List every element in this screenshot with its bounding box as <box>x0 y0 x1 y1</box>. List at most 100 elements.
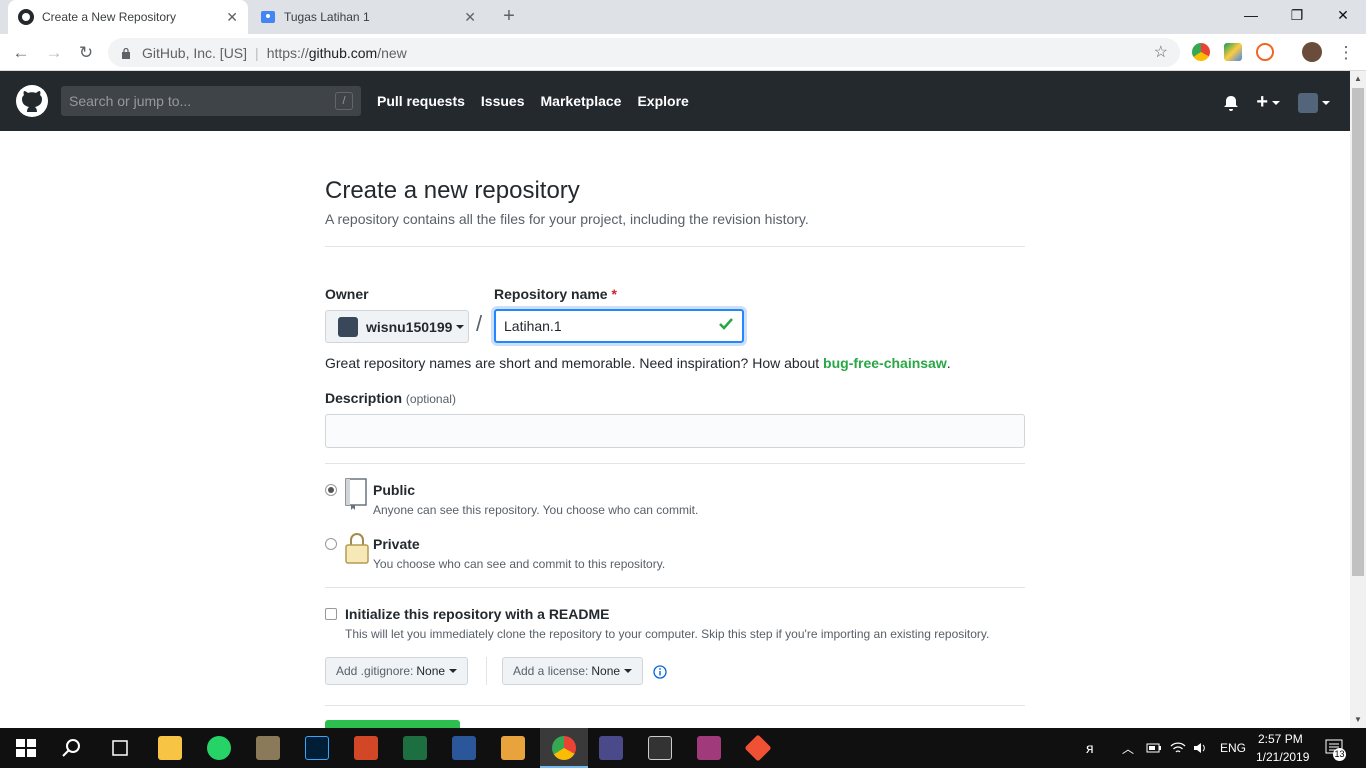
private-radio[interactable] <box>325 538 337 550</box>
word-icon[interactable] <box>452 736 476 760</box>
sublime-icon[interactable] <box>256 736 280 760</box>
forward-arrow-icon[interactable]: → <box>43 42 65 64</box>
photoshop-icon[interactable] <box>305 736 329 760</box>
back-arrow-icon[interactable]: ← <box>10 42 32 64</box>
repo-book-icon <box>345 478 367 510</box>
scroll-down-arrow-icon[interactable]: ▼ <box>1350 712 1366 728</box>
app-icon[interactable] <box>501 736 525 760</box>
tab-tugas-latihan[interactable]: Tugas Latihan 1 ✕ <box>250 0 486 34</box>
readme-description: This will let you immediately clone the … <box>345 627 990 641</box>
repository-name-input[interactable]: Latihan.1 <box>494 309 744 343</box>
private-title[interactable]: Private <box>373 536 420 552</box>
license-select-button[interactable]: Add a license: None <box>502 657 644 685</box>
scrollbar-thumb[interactable] <box>1352 88 1364 576</box>
task-view-icon[interactable] <box>108 736 132 760</box>
new-tab-button[interactable]: + <box>498 5 520 27</box>
page-subtitle: A repository contains all the files for … <box>325 211 809 227</box>
owner-label: Owner <box>325 286 369 302</box>
nav-pull-requests[interactable]: Pull requests <box>377 93 465 109</box>
google-drive-icon[interactable] <box>1224 43 1242 61</box>
volume-icon[interactable] <box>1192 740 1208 756</box>
page-title: Create a new repository <box>325 177 580 204</box>
address-bar[interactable]: GitHub, Inc. [US] | https://github.com/n… <box>108 38 1180 67</box>
git-icon[interactable] <box>744 734 772 762</box>
reload-icon[interactable]: ↻ <box>75 42 97 64</box>
nav-explore[interactable]: Explore <box>637 93 688 109</box>
browser-tab-strip: Create a New Repository ✕ Tugas Latihan … <box>0 0 1366 34</box>
github-search-input[interactable]: Search or jump to... / <box>61 86 361 116</box>
owner-avatar <box>338 316 358 337</box>
extension-b-icon[interactable] <box>1256 43 1274 61</box>
description-input[interactable] <box>325 414 1025 448</box>
browser-toolbar: ← → ↻ GitHub, Inc. [US] | https://github… <box>0 34 1366 71</box>
repository-name-hint: Great repository names are short and mem… <box>325 355 951 371</box>
new-repository-form: Create a new repository A repository con… <box>325 131 1025 728</box>
minimize-button[interactable]: — <box>1228 0 1274 30</box>
scroll-up-arrow-icon[interactable]: ▲ <box>1350 71 1366 87</box>
battery-icon[interactable] <box>1146 740 1162 756</box>
github-header: Search or jump to... / Pull requests Iss… <box>0 71 1350 131</box>
github-logo-icon[interactable] <box>16 85 48 117</box>
bookmark-star-icon[interactable]: ☆ <box>1154 42 1168 62</box>
input-language[interactable]: ENG <box>1220 741 1246 755</box>
close-tab-icon[interactable]: ✕ <box>226 9 238 26</box>
chevron-down-icon <box>624 669 633 673</box>
whatsapp-icon[interactable] <box>207 736 231 760</box>
readme-title[interactable]: Initialize this repository with a README <box>345 606 609 622</box>
chevron-down-icon <box>449 669 458 673</box>
omnibox-separator: | <box>255 44 259 61</box>
url-text: https://github.com/new <box>266 44 407 61</box>
lock-icon <box>122 47 130 59</box>
private-description: You choose who can see and commit to thi… <box>373 557 666 571</box>
restore-button[interactable]: ❐ <box>1274 0 1320 30</box>
create-repository-button[interactable] <box>325 720 460 728</box>
bell-icon[interactable] <box>1224 95 1239 111</box>
user-avatar[interactable] <box>1298 92 1318 113</box>
extension-chrome-icon[interactable] <box>1192 43 1210 61</box>
info-icon[interactable] <box>653 665 667 679</box>
tab-title: Tugas Latihan 1 <box>284 10 370 24</box>
divider <box>325 463 1025 464</box>
browser-menu-icon[interactable]: ⋮ <box>1335 42 1357 64</box>
public-radio[interactable] <box>325 484 337 496</box>
nav-marketplace[interactable]: Marketplace <box>541 93 622 109</box>
chevron-up-icon[interactable]: ︿ <box>1122 740 1134 757</box>
wifi-icon[interactable] <box>1170 740 1186 756</box>
profile-avatar[interactable] <box>1302 42 1322 62</box>
notification-count-badge: 13 <box>1333 748 1346 761</box>
owner-select-button[interactable]: wisnu150199 <box>325 310 469 343</box>
plus-icon[interactable]: + <box>1256 91 1268 114</box>
clock-time[interactable]: 2:57 PM <box>1258 732 1303 746</box>
excel-icon[interactable] <box>403 736 427 760</box>
chevron-down-icon <box>456 324 465 329</box>
chrome-icon <box>552 736 576 760</box>
close-window-button[interactable]: ✕ <box>1320 0 1366 30</box>
dropdown-separator <box>486 657 487 685</box>
public-description: Anyone can see this repository. You choo… <box>373 503 699 517</box>
powerpoint-icon[interactable] <box>354 736 378 760</box>
divider <box>325 587 1025 588</box>
chevron-down-icon[interactable] <box>1272 100 1280 105</box>
video-editor-icon[interactable] <box>599 736 623 760</box>
film-icon[interactable] <box>648 736 672 760</box>
clock-date[interactable]: 1/21/2019 <box>1256 750 1309 764</box>
gitignore-select-button[interactable]: Add .gitignore: None <box>325 657 469 685</box>
nav-issues[interactable]: Issues <box>481 93 525 109</box>
readme-checkbox[interactable] <box>325 608 337 620</box>
search-icon[interactable] <box>60 736 84 760</box>
tab-title: Create a New Repository <box>42 10 177 24</box>
windows-start-icon[interactable] <box>14 736 38 760</box>
people-icon[interactable]: ᴙ <box>1086 740 1094 756</box>
required-marker: * <box>611 286 617 302</box>
name-suggestion-link[interactable]: bug-free-chainsaw <box>823 355 947 371</box>
tab-create-repository[interactable]: Create a New Repository ✕ <box>8 0 248 34</box>
description-label: Description (optional) <box>325 390 456 406</box>
winrar-icon[interactable] <box>697 736 721 760</box>
site-identity: GitHub, Inc. [US] <box>142 44 248 61</box>
windows-taskbar: ᴙ ︿ ENG 2:57 PM 1/21/2019 13 <box>0 728 1366 768</box>
close-tab-icon[interactable]: ✕ <box>464 9 476 26</box>
file-explorer-icon[interactable] <box>158 736 182 760</box>
chevron-down-icon[interactable] <box>1322 100 1330 105</box>
public-title[interactable]: Public <box>373 482 415 498</box>
owner-repo-separator: / <box>476 311 483 336</box>
